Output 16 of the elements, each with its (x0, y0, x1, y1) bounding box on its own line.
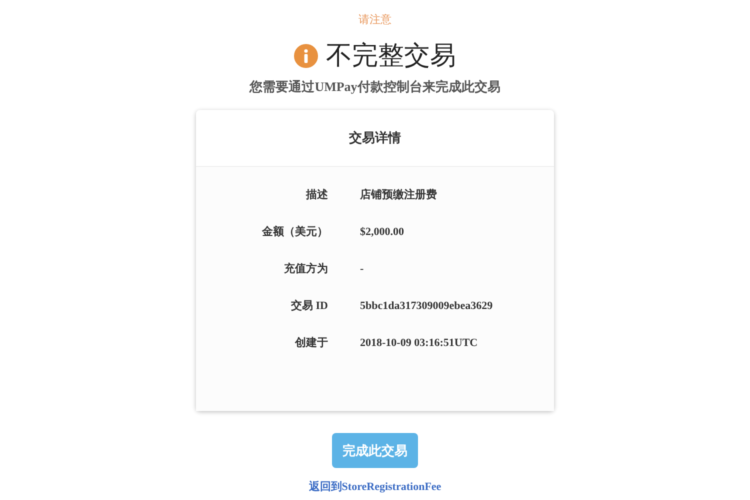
subtitle: 您需要通过UMPay付款控制台来完成此交易 (250, 78, 500, 96)
field-label: 描述 (304, 188, 328, 204)
field-label: 充值方为 (283, 262, 328, 278)
notice-label: 请注意 (358, 12, 392, 28)
card-title: 交易详情 (349, 129, 401, 148)
field-value: 店铺预缴注册费 (360, 188, 437, 204)
field-label: 金额（美元） (260, 224, 328, 240)
field-value: $2,000.00 (360, 225, 404, 240)
field-value: - (360, 262, 364, 278)
field-value: 2018-10-09 03:16:51UTC (360, 336, 478, 352)
back-link[interactable]: 返回到StoreRegistrationFee (308, 479, 442, 496)
info-icon (294, 44, 318, 68)
field-label: 创建于 (294, 336, 328, 352)
page-title: 不完整交易 (326, 40, 456, 72)
field-label: 交易 ID (290, 298, 328, 314)
field-value: 5bbc1da317309009ebea3629 (360, 299, 493, 314)
